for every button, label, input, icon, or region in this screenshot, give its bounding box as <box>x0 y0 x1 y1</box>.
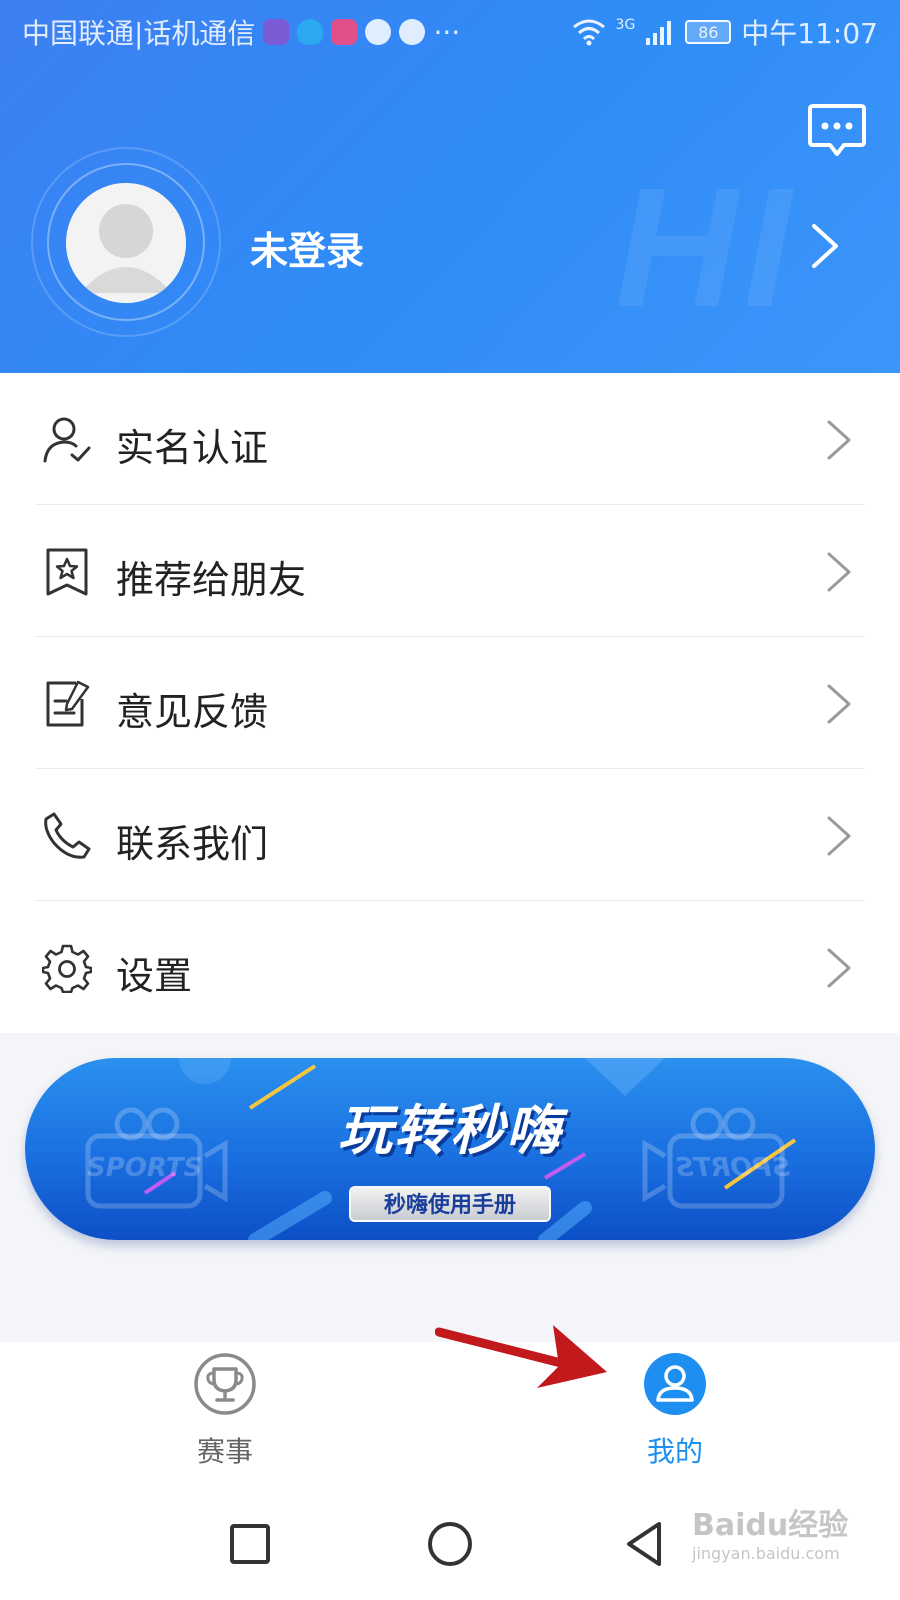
tab-label: 赛事 <box>196 1435 253 1468</box>
feedback-edit-icon <box>46 680 90 727</box>
signal-icon <box>646 21 672 45</box>
message-icon[interactable] <box>808 102 866 158</box>
chevron-right-icon[interactable] <box>810 222 840 270</box>
tab-events[interactable]: 赛事 <box>155 1352 295 1482</box>
network-type-label: 3G <box>615 17 636 33</box>
wifi-icon <box>572 19 605 46</box>
menu-item-label: 实名认证 <box>116 426 269 470</box>
user-check-icon <box>43 417 91 463</box>
app-badge-icon <box>399 19 426 45</box>
recent-apps-icon[interactable] <box>220 1514 280 1574</box>
gear-icon <box>42 944 92 993</box>
trophy-icon <box>194 1353 256 1415</box>
chevron-right-icon <box>827 552 851 592</box>
avatar[interactable] <box>66 183 186 303</box>
chevron-right-icon <box>827 948 851 988</box>
recommend-star-icon <box>46 548 88 596</box>
menu-item-label: 联系我们 <box>116 822 269 866</box>
menu-item-feedback[interactable]: 意见反馈 <box>0 637 900 769</box>
carrier-text: 中国联通|话机通信 <box>22 17 256 50</box>
status-bar: 中国联通|话机通信 ··· 3G 86 中午11:07 <box>0 0 900 62</box>
watermark-url: jingyan.baidu.com <box>692 1544 840 1563</box>
chevron-right-icon <box>827 684 851 724</box>
menu-item-label: 推荐给朋友 <box>116 558 307 602</box>
clock: 中午11:07 <box>741 17 878 50</box>
menu-item-label: 意见反馈 <box>116 690 269 734</box>
profile-header: 中国联通|话机通信 ··· 3G 86 中午11:07 HI 未登录 <box>0 0 900 373</box>
home-icon[interactable] <box>420 1514 480 1574</box>
phone-icon <box>44 812 91 859</box>
user-icon <box>644 1353 706 1415</box>
baidu-watermark: Baidu经验 jingyan.baidu.com <box>692 1500 862 1563</box>
menu-item-real-name-auth[interactable]: 实名认证 <box>0 373 900 505</box>
promo-banner[interactable]: SPORTS SPORTS 玩转秒嗨 秒嗨使用手册 <box>25 1058 875 1240</box>
elephant-app-icon <box>331 19 358 45</box>
tab-label: 我的 <box>646 1435 703 1468</box>
menu-item-recommend[interactable]: 推荐给朋友 <box>0 505 900 637</box>
annotation-arrow <box>435 1325 607 1388</box>
back-icon[interactable] <box>615 1514 675 1574</box>
status-right: 3G 86 中午11:07 <box>572 12 878 52</box>
login-status-text[interactable]: 未登录 <box>250 220 364 275</box>
status-left: 中国联通|话机通信 ··· <box>22 12 460 52</box>
chat-bubble-icon <box>365 19 392 45</box>
user-manual-button[interactable]: 秒嗨使用手册 <box>349 1186 551 1222</box>
shield-icon <box>297 19 324 45</box>
banner-title: 玩转秒嗨 <box>338 1099 562 1162</box>
menu-item-contact-us[interactable]: 联系我们 <box>0 769 900 901</box>
notification-app-icon <box>263 19 290 45</box>
default-avatar-icon <box>66 183 186 303</box>
menu-item-settings[interactable]: 设置 <box>0 901 900 1033</box>
battery-indicator: 86 <box>685 20 732 44</box>
settings-menu: 实名认证 推荐给朋友 意见反馈 联系我们 设置 <box>0 373 900 1033</box>
hi-decoration: HI <box>615 153 797 343</box>
tab-mine[interactable]: 我的 <box>605 1352 745 1482</box>
chevron-right-icon <box>827 420 851 460</box>
menu-item-label: 设置 <box>116 954 193 998</box>
bottom-tab-bar: 赛事 我的 <box>0 1325 900 1492</box>
chevron-right-icon <box>827 816 851 856</box>
watermark-brand: Baidu经验 <box>692 1508 849 1543</box>
more-notifications-icon: ··· <box>433 15 461 49</box>
